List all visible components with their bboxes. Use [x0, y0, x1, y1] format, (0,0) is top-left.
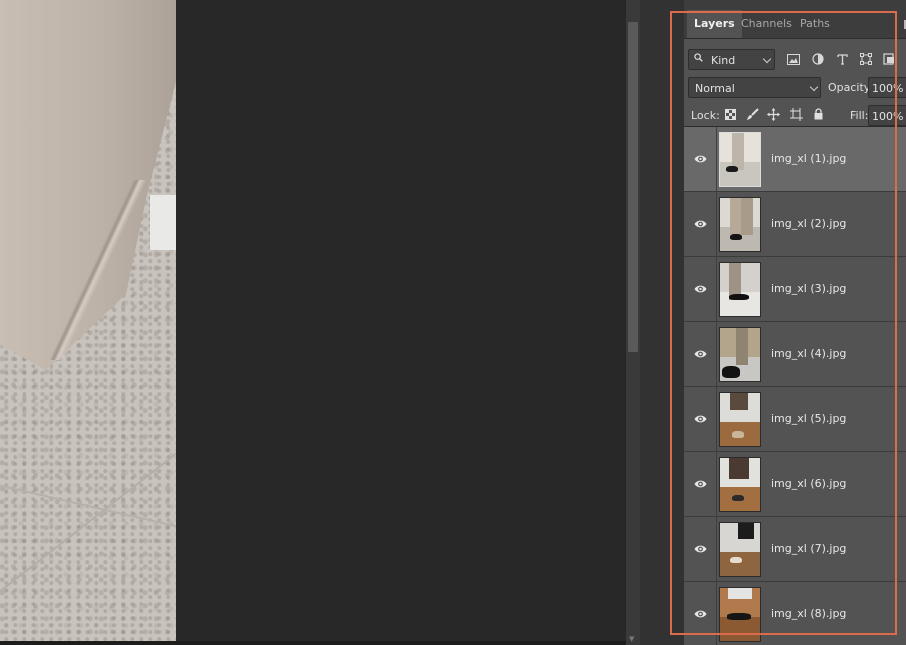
- thumb-floor: [720, 552, 760, 576]
- thumb-leg: [730, 393, 748, 410]
- filter-kind-label: Kind: [711, 54, 736, 67]
- eye-icon[interactable]: [694, 153, 707, 165]
- layer-name[interactable]: img_xl (5).jpg: [771, 412, 846, 425]
- canvas-image[interactable]: [0, 0, 176, 641]
- search-icon: [694, 53, 703, 62]
- layer-name[interactable]: img_xl (6).jpg: [771, 477, 846, 490]
- lock-all-icon[interactable]: [810, 106, 826, 122]
- lock-image-pixels-icon[interactable]: [744, 106, 760, 122]
- thumb-shoe: [730, 556, 742, 564]
- thumb-leg: [728, 458, 749, 480]
- scroll-down-arrow-icon[interactable]: ▼: [629, 635, 634, 643]
- layer-name[interactable]: img_xl (7).jpg: [771, 542, 846, 555]
- panel-menu-icon[interactable]: [901, 20, 906, 29]
- photo-pant-crease: [40, 180, 150, 360]
- eye-icon[interactable]: [694, 478, 707, 490]
- lock-transparent-pixels-icon[interactable]: [722, 106, 738, 122]
- panel-tab-bar: Layers Channels Paths: [684, 0, 906, 39]
- tab-paths[interactable]: Paths: [793, 10, 837, 38]
- layer-thumbnail: [719, 392, 761, 447]
- eye-icon[interactable]: [694, 218, 707, 230]
- eye-icon[interactable]: [694, 608, 707, 620]
- thumb-floor: [720, 617, 760, 641]
- visibility-toggle[interactable]: [684, 452, 717, 516]
- layer-list: img_xl (1).jpg img_xl (2).jpg img_xl (3)…: [684, 126, 906, 645]
- blend-mode-select[interactable]: Normal: [688, 77, 821, 98]
- smart-object-filter-icon[interactable]: [881, 51, 897, 67]
- image-filter-icon[interactable]: [785, 51, 801, 67]
- blend-mode-value: Normal: [695, 82, 735, 95]
- eye-icon[interactable]: [694, 283, 707, 295]
- layer-row[interactable]: img_xl (6).jpg: [684, 452, 906, 517]
- canvas-edge: [0, 641, 626, 645]
- layer-row[interactable]: img_xl (7).jpg: [684, 517, 906, 582]
- visibility-toggle[interactable]: [684, 127, 717, 191]
- scrollbar-thumb[interactable]: [628, 22, 638, 352]
- tab-channels[interactable]: Channels: [734, 10, 799, 38]
- thumb-shoe: [728, 293, 749, 301]
- layer-row[interactable]: img_xl (8).jpg: [684, 582, 906, 645]
- layer-thumbnail: [719, 262, 761, 317]
- thumb-shoe: [727, 613, 752, 620]
- thumb-shoe: [729, 234, 742, 241]
- visibility-toggle[interactable]: [684, 322, 717, 386]
- opacity-input[interactable]: 100%: [868, 77, 906, 98]
- thumb-shoe: [732, 495, 744, 502]
- layer-row[interactable]: img_xl (3).jpg: [684, 257, 906, 322]
- layer-row[interactable]: img_xl (5).jpg: [684, 387, 906, 452]
- layer-thumbnail: [719, 522, 761, 577]
- opacity-label: Opacity:: [828, 81, 874, 94]
- layer-name[interactable]: img_xl (8).jpg: [771, 607, 846, 620]
- fill-label: Fill:: [850, 109, 869, 122]
- visibility-toggle[interactable]: [684, 517, 717, 581]
- thumb-leg: [728, 588, 752, 599]
- lock-artboard-icon[interactable]: [788, 106, 804, 122]
- layer-thumbnail: [719, 327, 761, 382]
- type-filter-icon[interactable]: [834, 51, 850, 67]
- layer-name[interactable]: img_xl (3).jpg: [771, 282, 846, 295]
- adjustment-filter-icon[interactable]: [810, 51, 826, 67]
- panel-dock-gap: [640, 0, 684, 645]
- layers-panel: Layers Channels Paths Kind Normal Opacit…: [684, 0, 906, 645]
- layer-thumbnail: [719, 132, 761, 187]
- visibility-toggle[interactable]: [684, 582, 717, 645]
- layer-name[interactable]: img_xl (4).jpg: [771, 347, 846, 360]
- layer-thumbnail: [719, 587, 761, 642]
- visibility-toggle[interactable]: [684, 192, 717, 256]
- layer-name[interactable]: img_xl (2).jpg: [771, 217, 846, 230]
- eye-icon[interactable]: [694, 543, 707, 555]
- lock-label: Lock:: [691, 109, 720, 122]
- thumb-leg: [738, 523, 754, 539]
- shape-filter-icon[interactable]: [858, 51, 874, 67]
- thumb-leg: [732, 133, 744, 171]
- thumb-leg: [740, 198, 753, 236]
- canvas-vertical-scrollbar[interactable]: ▼: [626, 0, 640, 645]
- visibility-toggle[interactable]: [684, 387, 717, 451]
- layer-row[interactable]: img_xl (2).jpg: [684, 192, 906, 257]
- photo-wall: [150, 195, 176, 250]
- thumb-shoe: [725, 165, 738, 173]
- layer-name[interactable]: img_xl (1).jpg: [771, 152, 846, 165]
- eye-icon[interactable]: [694, 348, 707, 360]
- eye-icon[interactable]: [694, 413, 707, 425]
- layer-row[interactable]: img_xl (4).jpg: [684, 322, 906, 387]
- layer-thumbnail: [719, 457, 761, 512]
- lock-position-icon[interactable]: [765, 106, 781, 122]
- thumb-leg: [736, 328, 748, 366]
- visibility-toggle[interactable]: [684, 257, 717, 321]
- thumb-shoe: [722, 366, 741, 378]
- layer-row[interactable]: img_xl (1).jpg: [684, 127, 906, 192]
- layer-thumbnail: [719, 197, 761, 252]
- photo-tile-joint: [0, 480, 176, 542]
- thumb-shoe: [732, 431, 744, 438]
- fill-input[interactable]: 100%: [868, 105, 906, 126]
